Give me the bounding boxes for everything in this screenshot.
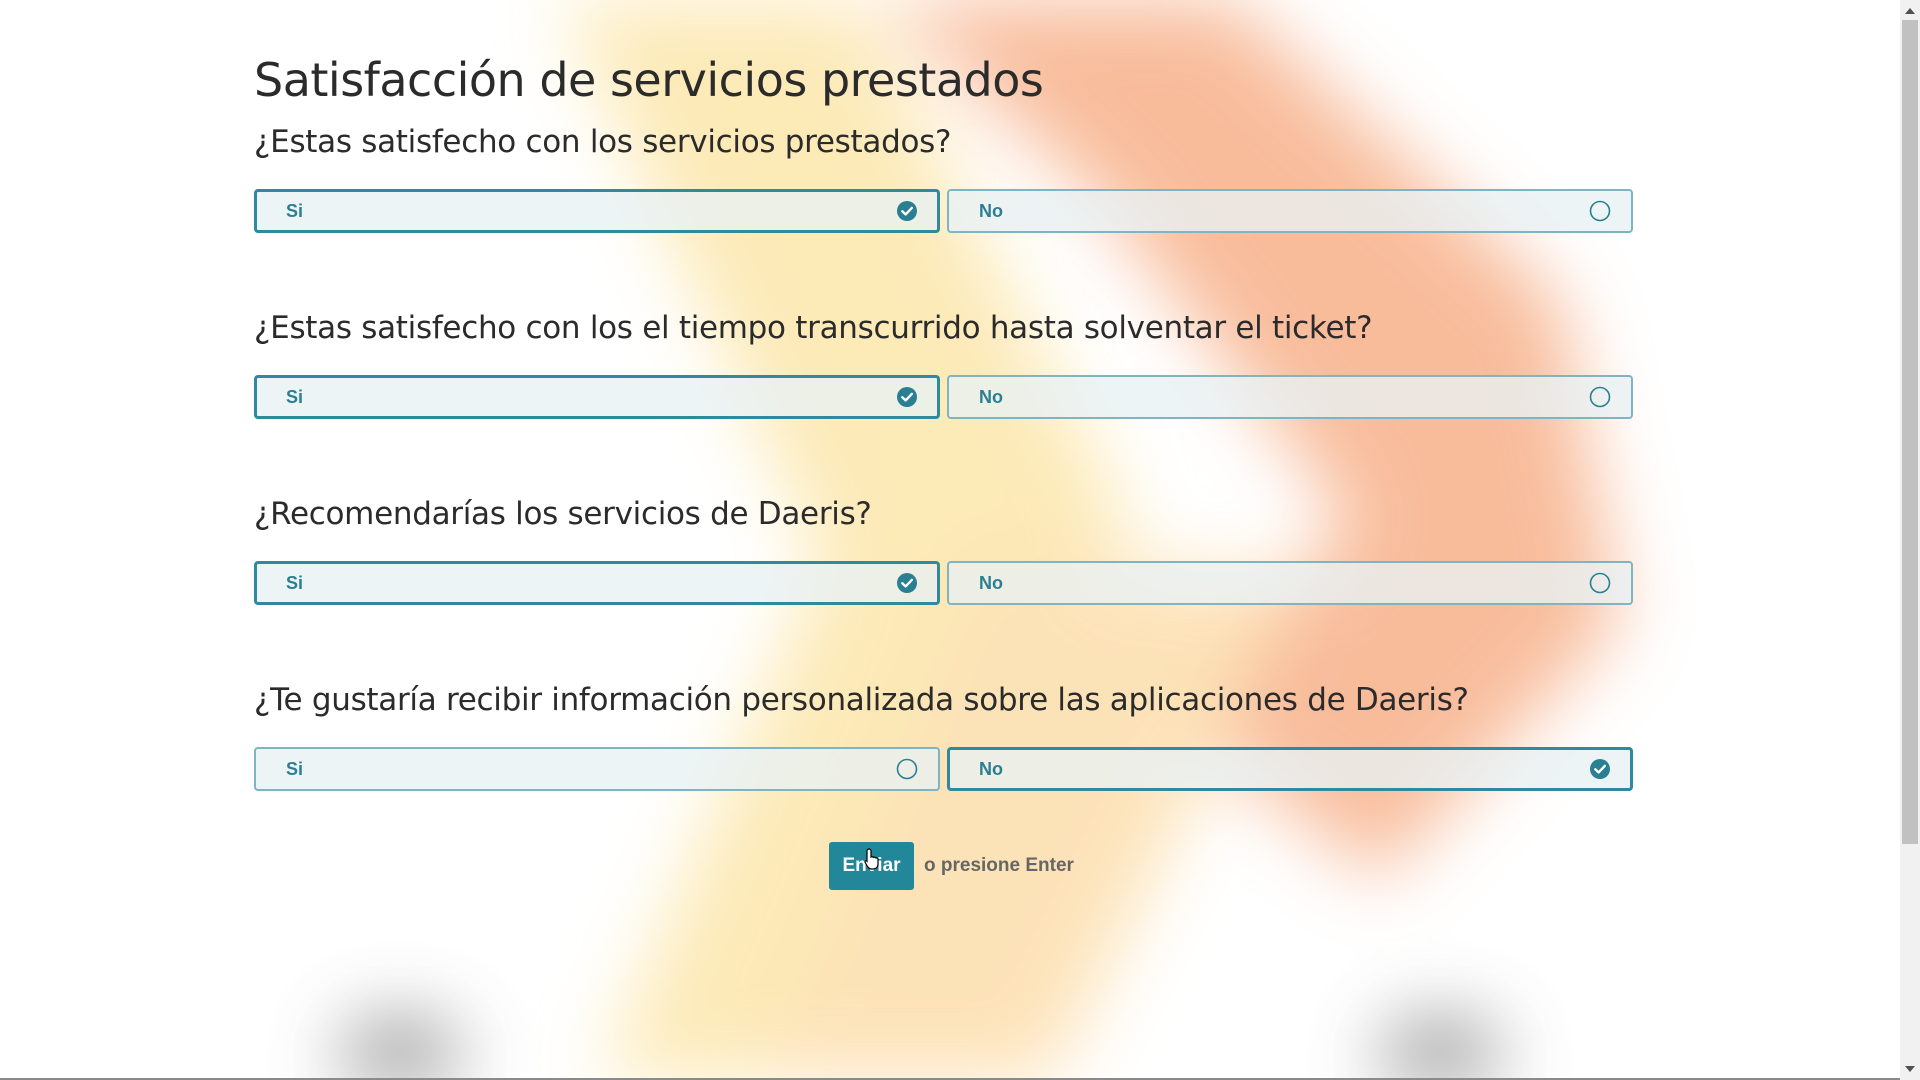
empty-circle-icon bbox=[896, 758, 918, 780]
empty-circle-icon bbox=[1589, 200, 1611, 222]
question-1: ¿Estas satisfecho con los servicios pres… bbox=[254, 112, 1636, 235]
check-circle-icon bbox=[897, 201, 917, 221]
option-label: Si bbox=[286, 758, 304, 779]
check-circle-icon bbox=[897, 387, 917, 407]
option-label: No bbox=[979, 386, 1003, 407]
enter-hint: o presione Enter bbox=[924, 855, 1074, 876]
option-label: No bbox=[979, 200, 1003, 221]
option-label: No bbox=[979, 758, 1003, 779]
option-group: Si No bbox=[254, 189, 1636, 235]
option-no[interactable]: No bbox=[947, 561, 1633, 605]
option-group: Si No bbox=[254, 375, 1636, 421]
vertical-scrollbar[interactable] bbox=[1900, 0, 1920, 1080]
mouse-pointer-icon bbox=[864, 848, 879, 870]
option-group: Si No bbox=[254, 747, 1636, 793]
option-no[interactable]: No bbox=[947, 375, 1633, 419]
question-label: ¿Estas satisfecho con los el tiempo tran… bbox=[254, 310, 1373, 346]
empty-circle-icon bbox=[1589, 386, 1611, 408]
question-2: ¿Estas satisfecho con los el tiempo tran… bbox=[254, 298, 1636, 421]
option-no[interactable]: No bbox=[947, 747, 1633, 791]
scroll-thumb[interactable] bbox=[1902, 20, 1918, 844]
question-3: ¿Recomendarías los servicios de Daeris? … bbox=[254, 484, 1636, 607]
check-circle-icon bbox=[897, 573, 917, 593]
empty-circle-icon bbox=[1589, 572, 1611, 594]
option-group: Si No bbox=[254, 561, 1636, 607]
option-label: Si bbox=[286, 386, 304, 407]
option-label: Si bbox=[286, 572, 304, 593]
question-label: ¿Te gustaría recibir información persona… bbox=[254, 682, 1469, 718]
page-title: Satisfacción de servicios prestados bbox=[254, 53, 1044, 107]
scroll-up-icon[interactable] bbox=[1905, 8, 1915, 14]
option-si[interactable]: Si bbox=[254, 747, 940, 791]
scroll-down-icon[interactable] bbox=[1905, 1066, 1915, 1072]
option-label: No bbox=[979, 572, 1003, 593]
option-label: Si bbox=[286, 200, 304, 221]
survey-page: Satisfacción de servicios prestados ¿Est… bbox=[0, 0, 1920, 1080]
check-circle-icon bbox=[1590, 759, 1610, 779]
question-label: ¿Recomendarías los servicios de Daeris? bbox=[254, 496, 872, 532]
survey-form: Satisfacción de servicios prestados ¿Est… bbox=[254, 0, 1636, 793]
question-label: ¿Estas satisfecho con los servicios pres… bbox=[254, 124, 952, 160]
option-si[interactable]: Si bbox=[254, 189, 940, 233]
question-4: ¿Te gustaría recibir información persona… bbox=[254, 670, 1636, 793]
option-si[interactable]: Si bbox=[254, 375, 940, 419]
option-no[interactable]: No bbox=[947, 189, 1633, 233]
option-si[interactable]: Si bbox=[254, 561, 940, 605]
